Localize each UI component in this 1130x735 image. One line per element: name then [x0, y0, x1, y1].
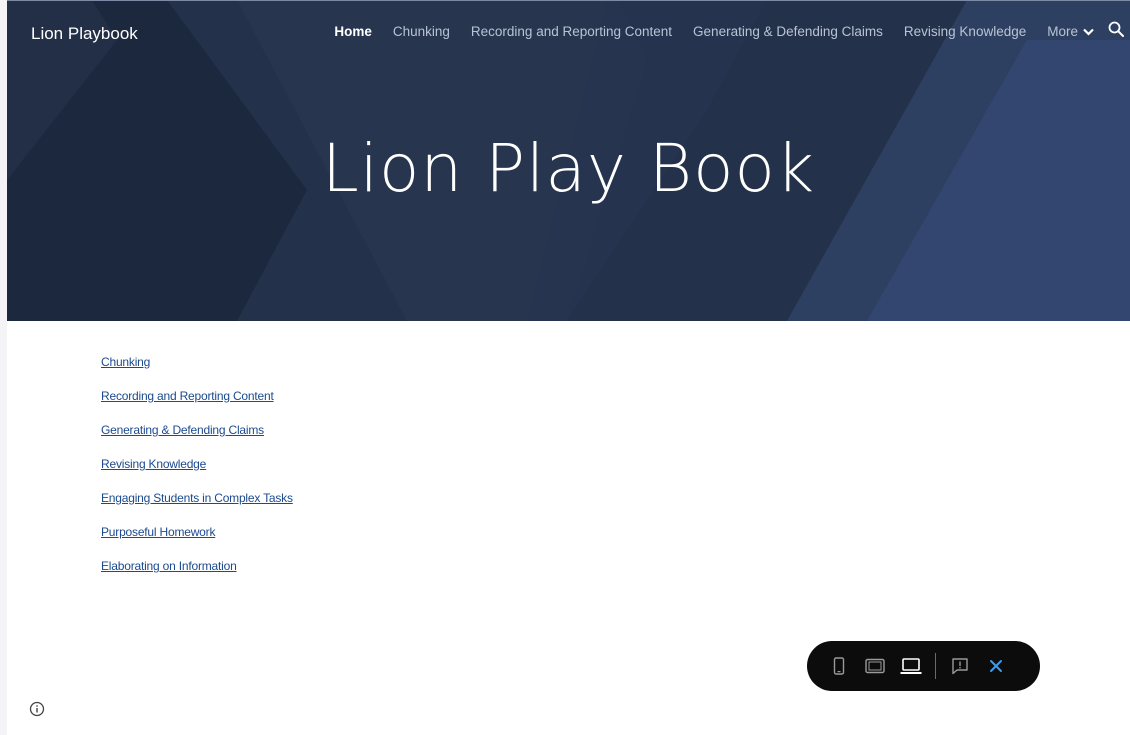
report-issue-button[interactable] [942, 648, 978, 684]
top-nav: Home Chunking Recording and Reporting Co… [313, 24, 1094, 39]
phone-preview-icon [833, 657, 845, 675]
site-title[interactable]: Lion Playbook [31, 24, 138, 44]
search-icon[interactable] [1108, 21, 1124, 37]
tablet-preview-icon [865, 658, 885, 674]
top-accent-line [7, 0, 1130, 1]
link-revising-knowledge[interactable]: Revising Knowledge [101, 457, 293, 471]
close-icon [990, 660, 1002, 672]
preview-toolbar [807, 641, 1040, 691]
link-elaborating-information[interactable]: Elaborating on Information [101, 559, 293, 573]
nav-item-home[interactable]: Home [334, 24, 372, 39]
nav-more-label: More [1047, 24, 1078, 39]
link-engaging-students[interactable]: Engaging Students in Complex Tasks [101, 491, 293, 505]
report-issue-icon [952, 658, 968, 675]
nav-item-recording-reporting[interactable]: Recording and Reporting Content [471, 24, 672, 39]
tablet-preview-button[interactable] [857, 648, 893, 684]
nav-item-revising-knowledge[interactable]: Revising Knowledge [904, 24, 1026, 39]
nav-item-chunking[interactable]: Chunking [393, 24, 450, 39]
laptop-preview-button[interactable] [893, 648, 929, 684]
phone-preview-button[interactable] [821, 648, 857, 684]
laptop-preview-icon [900, 658, 922, 674]
link-generating-defending[interactable]: Generating & Defending Claims [101, 423, 293, 437]
site-header: Lion Playbook Home Chunking Recording an… [7, 0, 1130, 321]
link-recording-reporting[interactable]: Recording and Reporting Content [101, 389, 293, 403]
toolbar-divider [935, 653, 936, 679]
close-preview-button[interactable] [978, 648, 1014, 684]
content-links: Chunking Recording and Reporting Content… [101, 355, 293, 593]
link-chunking[interactable]: Chunking [101, 355, 293, 369]
nav-more-button[interactable]: More [1047, 24, 1094, 39]
link-purposeful-homework[interactable]: Purposeful Homework [101, 525, 293, 539]
left-edge [0, 0, 7, 735]
chevron-down-icon [1083, 28, 1094, 36]
nav-item-generating-defending[interactable]: Generating & Defending Claims [693, 24, 883, 39]
info-icon[interactable] [29, 701, 45, 717]
page-title: Lion Play Book [321, 130, 816, 207]
